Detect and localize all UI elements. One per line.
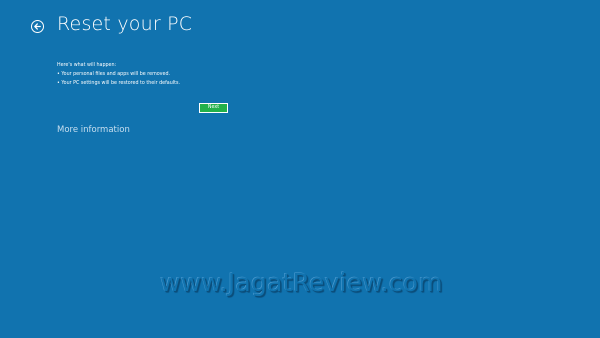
page-title: Reset your PC [57,13,193,35]
intro-text: Here's what will happen: [57,63,117,68]
consequence-list: • Your personal files and apps will be r… [57,70,180,88]
next-button[interactable]: Next [199,103,228,113]
watermark: www.JagatReview.com [160,268,443,297]
back-button[interactable] [31,20,44,33]
arrow-left-icon [34,23,41,30]
list-item: • Your personal files and apps will be r… [57,72,171,77]
list-item: • Your PC settings will be restored to t… [57,81,180,86]
more-information-link[interactable]: More information [57,125,130,135]
